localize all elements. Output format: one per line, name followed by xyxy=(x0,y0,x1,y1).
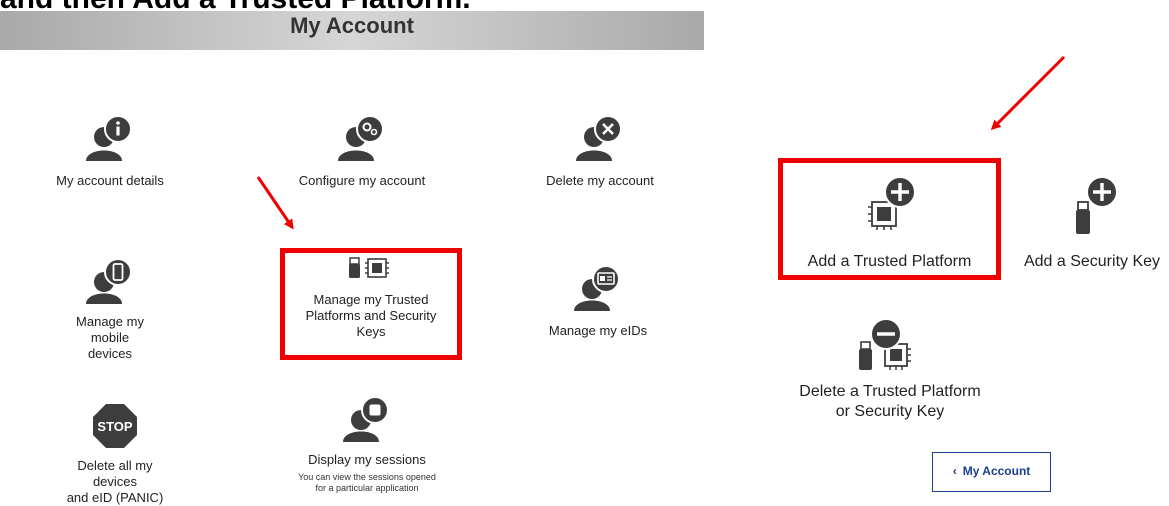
annotation-arrows xyxy=(256,55,1066,230)
tile-label: and eID (PANIC) xyxy=(66,490,164,505)
red-arrow xyxy=(256,176,294,230)
red-arrow xyxy=(990,55,1066,131)
